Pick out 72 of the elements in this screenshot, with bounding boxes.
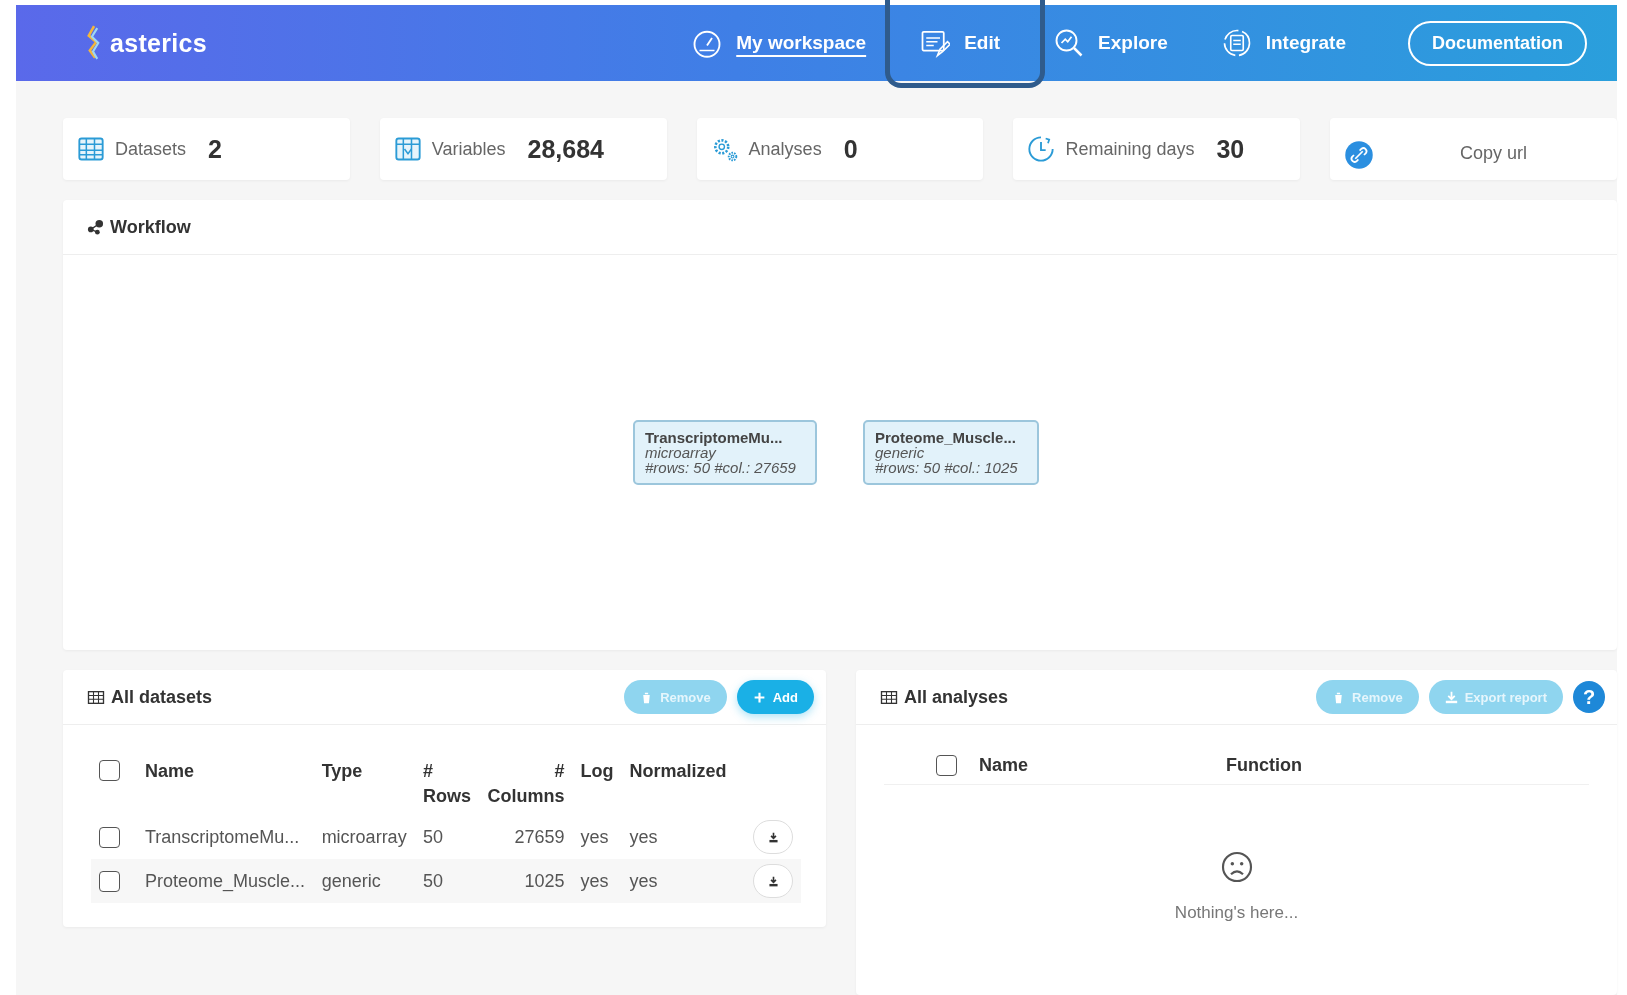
gauge-icon — [692, 28, 723, 58]
nav-link[interactable]: My workspace — [680, 28, 879, 58]
download-button[interactable] — [753, 820, 793, 854]
panel-title: All analyses — [904, 686, 1009, 708]
table-cell: generic — [321, 870, 381, 891]
download-button[interactable] — [753, 864, 793, 898]
network-icon — [87, 218, 104, 236]
column-header: Type — [321, 760, 363, 783]
column-header: Name — [979, 755, 1030, 776]
table-cell: Proteome_Muscle... — [145, 870, 306, 891]
download-icon — [1444, 690, 1458, 704]
column-header: Log — [580, 760, 614, 783]
columns-icon — [393, 135, 422, 163]
table-cell: yes — [629, 826, 658, 847]
node-type: microarray — [645, 445, 717, 460]
copy-url-label: Copy url — [1459, 142, 1529, 164]
link-icon — [1344, 140, 1375, 170]
table-cell: TranscriptomeMu... — [145, 826, 300, 847]
magnifier-chart-icon — [1054, 28, 1085, 58]
stat-value: 2 — [208, 134, 222, 164]
dataset-node[interactable]: TranscriptomeMu... microarray #rows: 50 #col.: 27659 — [633, 420, 817, 485]
dataset-node[interactable]: Proteome_Muscle... generic #rows: 50 #col.: 1025 — [863, 420, 1039, 485]
panel-title: Workflow — [110, 216, 191, 238]
nav-link[interactable]: Edit — [908, 28, 1013, 58]
table-cell: yes — [629, 870, 658, 891]
plus-icon — [752, 690, 766, 704]
table-cell: 50 — [422, 826, 443, 847]
panel-title: All datasets — [111, 686, 213, 708]
add-button[interactable]: Add — [736, 680, 814, 714]
stat-label: Datasets — [115, 138, 187, 160]
sad-face-icon — [1220, 851, 1253, 883]
table-icon — [87, 689, 105, 705]
nav-link[interactable]: Integrate — [1209, 28, 1358, 58]
node-info: #rows: 50 #col.: 27659 — [645, 460, 797, 475]
node-title: Proteome_Muscle... — [875, 430, 1017, 445]
checkbox[interactable] — [936, 755, 957, 776]
table-cell: yes — [580, 826, 609, 847]
download-icon — [766, 874, 780, 888]
document-pencil-icon — [920, 28, 951, 58]
table-cell: microarray — [321, 826, 407, 847]
helix-logo-icon — [84, 25, 102, 61]
documentation-button[interactable]: Documentation — [1408, 20, 1587, 66]
table-cell: 1025 — [524, 870, 565, 891]
node-info: #rows: 50 #col.: 1025 — [875, 460, 1019, 475]
checkbox[interactable] — [99, 826, 120, 848]
column-header: Function — [1226, 755, 1302, 776]
stat-label: Variables — [431, 138, 506, 160]
logo-text: asterics — [110, 28, 207, 58]
column-header: Name — [145, 760, 195, 783]
download-icon — [766, 830, 780, 844]
table-cell: 27659 — [514, 826, 565, 847]
stat-value: 0 — [843, 134, 858, 164]
clock-icon — [1027, 135, 1056, 163]
table-icon — [77, 135, 105, 163]
copy-url-card[interactable]: Copy url — [1330, 118, 1617, 180]
stat-value: 28,684 — [527, 134, 604, 164]
stat-label: Analyses — [748, 138, 822, 160]
column-header: # Rows — [422, 760, 471, 808]
nav-link[interactable]: Explore — [1042, 28, 1180, 58]
stat-label: Remaining days — [1065, 138, 1195, 160]
node-type: generic — [875, 445, 925, 460]
help-button[interactable]: ? — [1573, 681, 1605, 713]
column-header: Normalized — [629, 760, 727, 783]
table-icon — [880, 689, 898, 705]
table-cell: 50 — [422, 870, 443, 891]
column-header: # Columns — [487, 760, 565, 808]
checkbox[interactable] — [99, 759, 120, 781]
empty-message: Nothing's here... — [1174, 903, 1299, 923]
table-cell: yes — [580, 870, 609, 891]
stat-value: 30 — [1216, 134, 1245, 164]
document-cycle-icon — [1221, 28, 1252, 58]
checkbox[interactable] — [99, 870, 120, 892]
